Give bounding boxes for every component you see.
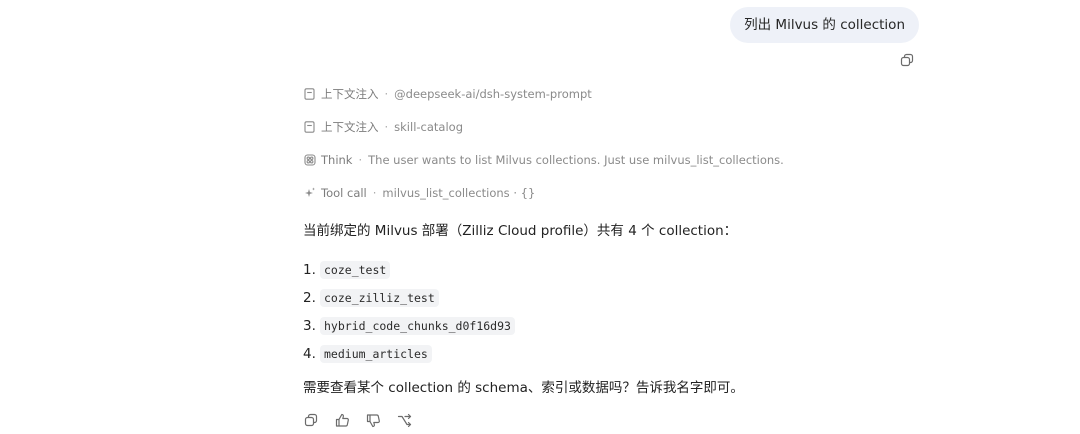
branch-icon[interactable] xyxy=(395,411,413,429)
list-item: 3. hybrid_code_chunks_d0f16d93 xyxy=(303,312,515,340)
context-injection-step[interactable]: 上下文注入 · skill-catalog xyxy=(303,119,463,135)
step-separator: · xyxy=(372,186,377,200)
think-icon xyxy=(303,154,316,167)
step-separator: · xyxy=(358,153,363,167)
thumbs-up-icon[interactable] xyxy=(333,411,351,429)
list-number: 3. xyxy=(303,318,316,334)
collection-name: medium_articles xyxy=(320,345,432,363)
collection-list: 1. coze_test 2. coze_zilliz_test 3. hybr… xyxy=(303,256,515,368)
step-label: 上下文注入 xyxy=(321,87,379,101)
think-step[interactable]: Think · The user wants to list Milvus co… xyxy=(303,152,784,168)
collection-name: coze_zilliz_test xyxy=(320,289,439,307)
step-label: Think xyxy=(321,153,353,167)
step-separator: · xyxy=(384,120,389,134)
step-detail: @deepseek-ai/dsh-system-prompt xyxy=(394,87,592,101)
file-icon xyxy=(303,121,316,134)
copy-icon[interactable] xyxy=(302,411,320,429)
collection-name: coze_test xyxy=(320,261,391,279)
step-detail: skill-catalog xyxy=(394,120,463,134)
tool-call-step[interactable]: Tool call · milvus_list_collections · {} xyxy=(303,185,535,201)
step-detail: The user wants to list Milvus collection… xyxy=(368,153,784,167)
list-number: 1. xyxy=(303,262,316,278)
list-item: 4. medium_articles xyxy=(303,340,515,368)
list-item: 2. coze_zilliz_test xyxy=(303,284,515,312)
step-detail: milvus_list_collections · {} xyxy=(382,186,536,200)
answer-outro: 需要查看某个 collection 的 schema、索引或数据吗？告诉我名字即… xyxy=(303,380,744,396)
sparkle-icon xyxy=(303,187,316,200)
context-injection-step[interactable]: 上下文注入 · @deepseek-ai/dsh-system-prompt xyxy=(303,86,592,102)
list-number: 4. xyxy=(303,346,316,362)
step-separator: · xyxy=(384,87,389,101)
step-label: Tool call xyxy=(321,186,367,200)
step-label: 上下文注入 xyxy=(321,120,379,134)
list-number: 2. xyxy=(303,290,316,306)
message-actions xyxy=(302,411,413,429)
answer-intro: 当前绑定的 Milvus 部署（Zilliz Cloud profile）共有 … xyxy=(303,223,738,239)
thumbs-down-icon[interactable] xyxy=(364,411,382,429)
user-message-bubble: 列出 Milvus 的 collection xyxy=(730,7,919,43)
collection-name: hybrid_code_chunks_d0f16d93 xyxy=(320,317,515,335)
file-icon xyxy=(303,88,316,101)
list-item: 1. coze_test xyxy=(303,256,515,284)
copy-message-icon[interactable] xyxy=(898,51,916,69)
